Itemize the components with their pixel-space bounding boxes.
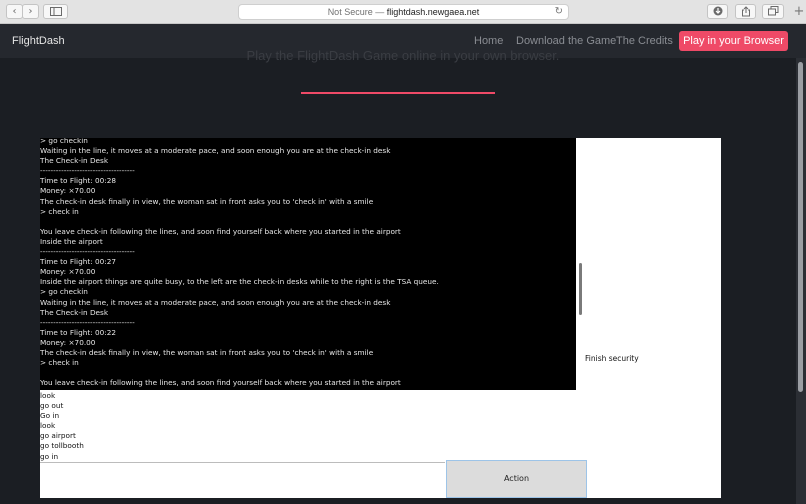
window-scrollbar[interactable]: [796, 58, 806, 504]
forward-button[interactable]: ›: [22, 4, 39, 19]
terminal-line: Time to Flight: 00:22: [40, 327, 116, 337]
window-scrollbar-thumb[interactable]: [798, 62, 803, 392]
terminal-line: Money: ×70.00: [40, 186, 96, 196]
command-input[interactable]: [40, 462, 445, 498]
terminal-line: Money: ×70.00: [40, 337, 96, 347]
terminal-line: Inside the airport things are quite busy…: [40, 277, 439, 287]
command-history: look go out Go in look go airport go tollboot…: [40, 391, 440, 462]
brand-logo[interactable]: FlightDash: [12, 35, 65, 47]
history-item: go in: [40, 451, 59, 461]
reload-icon[interactable]: ↻: [555, 5, 563, 19]
terminal-line: You leave check-in following the lines, …: [40, 226, 401, 236]
nav-link-home[interactable]: Home: [474, 35, 503, 47]
action-button[interactable]: Action: [446, 460, 587, 498]
nav-link-download[interactable]: Download the Game: [516, 35, 616, 47]
chevron-left-icon: ‹: [12, 6, 17, 17]
history-item: look: [40, 421, 56, 431]
terminal-output: > go checkin Waiting in the line, it move…: [40, 138, 570, 388]
terminal-line: The check-in desk finally in view, the w…: [40, 347, 374, 357]
back-button[interactable]: ‹: [6, 4, 23, 19]
tabs-icon: [767, 6, 778, 16]
terminal-scrollbar[interactable]: [579, 263, 582, 315]
terminal-line: ------------------------------------: [40, 247, 135, 257]
terminal-line: Money: ×70.00: [40, 267, 96, 277]
new-tab-button[interactable]: +: [792, 4, 806, 20]
browser-toolbar: ‹ › Not Secure — flightdash.newgaea.net …: [0, 0, 806, 24]
terminal-line: Time to Flight: 00:27: [40, 257, 116, 267]
history-item: go out: [40, 401, 64, 411]
terminal-line: > go checkin: [40, 287, 88, 297]
terminal-line: > check in: [40, 206, 79, 216]
downloads-button[interactable]: [707, 4, 728, 19]
download-icon: [713, 6, 722, 16]
terminal-line: The check-in desk finally in view, the w…: [40, 196, 374, 206]
game-terminal[interactable]: > go checkin Waiting in the line, it move…: [40, 138, 576, 390]
share-icon: [741, 6, 750, 17]
terminal-line: Waiting in the line, it moves at a moder…: [40, 146, 391, 156]
share-button[interactable]: [735, 4, 756, 19]
terminal-line: ------------------------------------: [40, 317, 135, 327]
nav-link-credits[interactable]: The Credits: [616, 35, 673, 47]
terminal-line: ------------------------------------: [40, 166, 135, 176]
chevron-right-icon: ›: [28, 6, 33, 17]
terminal-line: Time to Flight: 00:28: [40, 176, 116, 186]
history-item: Go in: [40, 411, 60, 421]
address-bar[interactable]: Not Secure — flightdash.newgaea.net ↻: [238, 4, 569, 20]
history-item: go airport: [40, 431, 76, 441]
terminal-line: The Check-in Desk: [40, 307, 109, 317]
terminal-line: > go checkin: [40, 138, 88, 145]
sidebar-icon: [49, 7, 62, 16]
terminal-line: You leave check-in following the lines, …: [40, 378, 401, 388]
history-item: look: [40, 391, 56, 400]
tabs-button[interactable]: [762, 4, 784, 19]
terminal-line: > check in: [40, 358, 79, 368]
security-label: Not Secure —: [327, 7, 387, 17]
history-item: go tollbooth: [40, 441, 84, 451]
game-panel: > go checkin Waiting in the line, it move…: [40, 138, 721, 498]
terminal-line: Waiting in the line, it moves at a moder…: [40, 297, 391, 307]
play-in-browser-button[interactable]: Play in your Browser: [679, 31, 788, 51]
terminal-line: The Check-in Desk: [40, 156, 109, 166]
url-host: flightdash.newgaea.net: [386, 7, 480, 17]
objective-status: Finish security: [585, 354, 639, 363]
accent-divider: [301, 92, 495, 94]
sidebar-button[interactable]: [43, 4, 68, 19]
terminal-line: Inside the airport: [40, 236, 103, 246]
